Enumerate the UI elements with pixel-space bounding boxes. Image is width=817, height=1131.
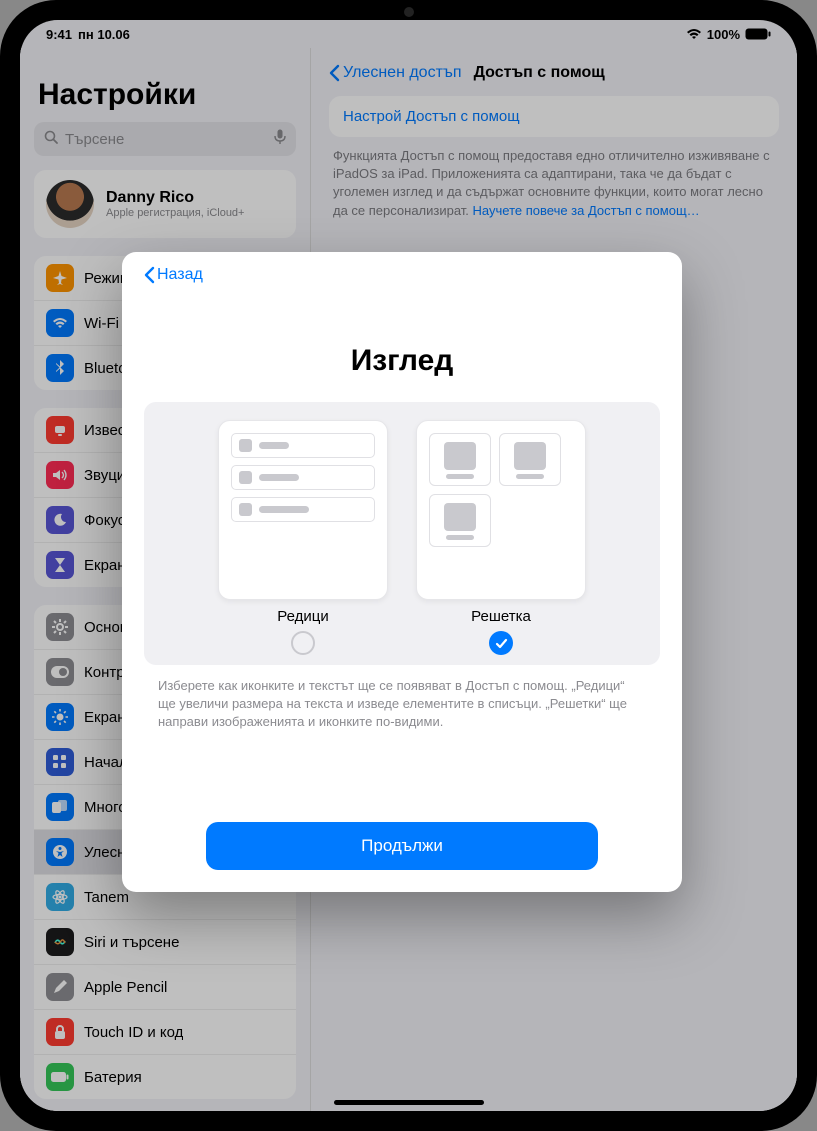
option-rows-label: Редици — [218, 608, 388, 625]
option-grid-label: Решетка — [416, 608, 586, 625]
continue-button[interactable]: Продължи — [206, 822, 598, 870]
modal-description: Изберете как иконките и текстът ще се по… — [144, 665, 660, 732]
layout-modal: Назад Изглед Редици — [122, 252, 682, 892]
modal-back-button[interactable]: Назад — [144, 266, 660, 284]
radio-rows[interactable] — [291, 631, 315, 655]
checkmark-icon — [495, 637, 508, 650]
modal-title: Изглед — [144, 344, 660, 378]
chevron-left-icon — [144, 266, 155, 284]
option-grid[interactable]: Решетка — [416, 420, 586, 655]
option-rows[interactable]: Редици — [218, 420, 388, 655]
home-indicator[interactable] — [334, 1100, 484, 1105]
grid-preview-icon — [416, 420, 586, 600]
radio-grid[interactable] — [489, 631, 513, 655]
rows-preview-icon — [218, 420, 388, 600]
